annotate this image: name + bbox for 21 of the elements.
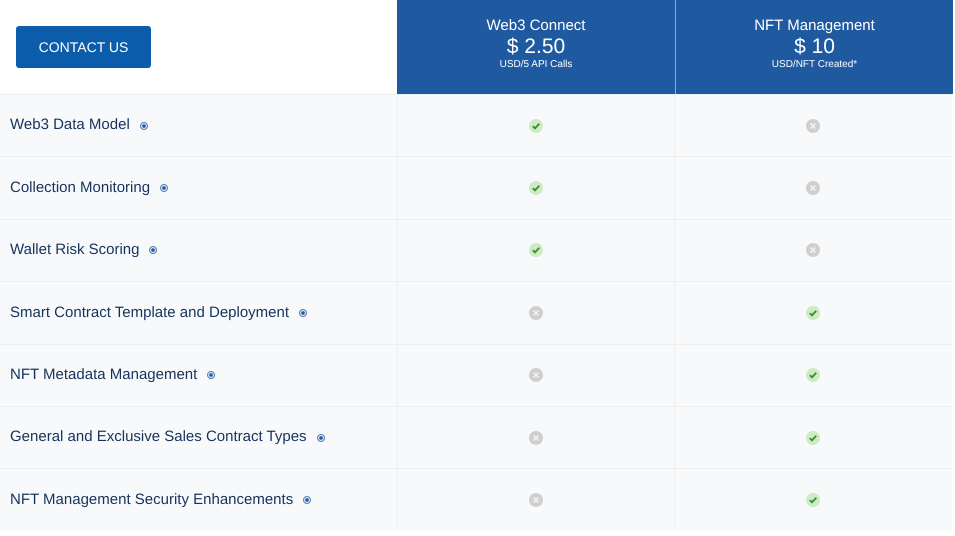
feature-label: General and Exclusive Sales Contract Types <box>10 427 307 448</box>
plan-price: $ 2.50 <box>506 35 566 59</box>
plan-name: NFT Management <box>754 17 875 35</box>
feature-label: Wallet Risk Scoring <box>10 240 140 260</box>
feature-label: NFT Metadata Management <box>10 365 198 385</box>
info-icon[interactable] <box>299 308 308 317</box>
info-icon[interactable] <box>160 184 168 192</box>
plan-unit: USD/NFT Created* <box>772 59 858 71</box>
info-icon[interactable] <box>207 371 216 380</box>
contact-us-button[interactable]: CONTACT US <box>16 26 151 68</box>
info-icon[interactable] <box>316 434 325 442</box>
info-icon[interactable] <box>140 122 148 130</box>
feature-label: Collection Monitoring <box>10 178 150 198</box>
plan-unit: USD/5 API Calls <box>500 59 572 71</box>
plan-price: $ 10 <box>794 35 835 59</box>
feature-label: Smart Contract Template and Deployment <box>10 302 290 323</box>
plan-name: Web3 Connect <box>486 17 586 35</box>
info-icon[interactable] <box>303 496 312 504</box>
info-icon[interactable] <box>149 246 158 254</box>
feature-label: NFT Management Security Enhancements <box>10 490 294 510</box>
feature-label: Web3 Data Model <box>10 115 130 136</box>
